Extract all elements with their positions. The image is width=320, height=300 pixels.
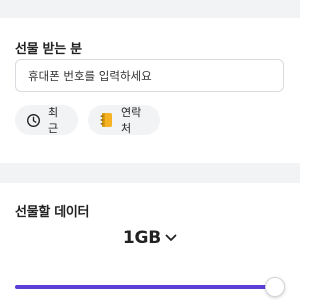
gift-data-section: 선물할 데이터 1GB [0, 183, 300, 300]
contacts-button[interactable]: 연락처 [88, 105, 160, 135]
gift-data-title: 선물할 데이터 [15, 205, 90, 220]
recent-button[interactable]: 최근 [15, 105, 78, 135]
top-divider-band [0, 0, 300, 18]
address-book-icon [99, 112, 114, 128]
slider-thumb[interactable] [265, 277, 285, 297]
gift-recipient-title: 선물 받는 분 [15, 42, 82, 57]
recent-button-label: 최근 [48, 106, 59, 135]
gift-recipient-section: 선물 받는 분 최근 연락처 [0, 18, 300, 163]
phone-number-input[interactable] [15, 59, 284, 92]
slider-fill [15, 285, 275, 289]
data-amount-slider[interactable] [15, 277, 285, 297]
chevron-down-icon [165, 228, 177, 247]
gift-data-screen: 선물 받는 분 최근 연락처 [0, 0, 300, 300]
data-amount-value: 1GB [122, 228, 162, 248]
data-amount-selector[interactable]: 1GB [0, 228, 300, 248]
section-divider-band [0, 163, 300, 183]
contacts-button-label: 연락처 [121, 106, 142, 135]
clock-icon [26, 112, 41, 128]
